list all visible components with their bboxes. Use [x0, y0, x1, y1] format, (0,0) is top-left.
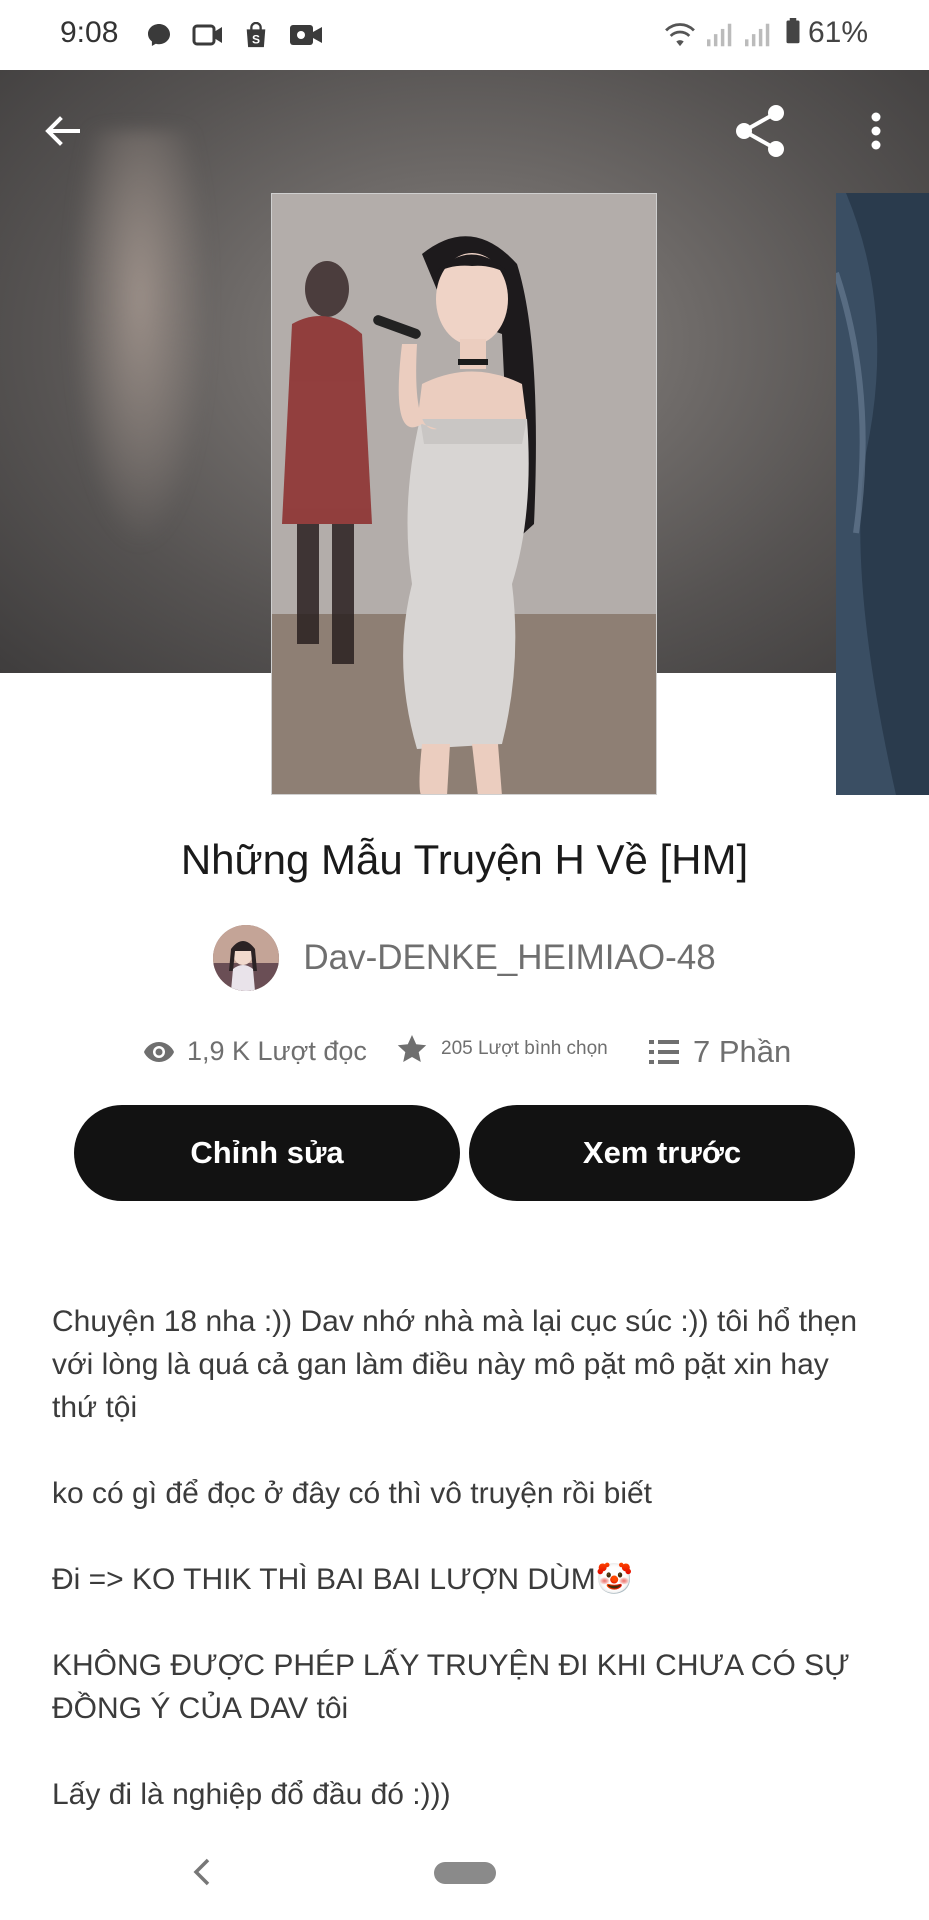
- share-button[interactable]: [727, 96, 797, 166]
- story-title: Những Mẫu Truyện H Về [HM]: [180, 836, 749, 883]
- svg-text:S: S: [252, 32, 260, 46]
- signal-icon-2: [745, 23, 770, 47]
- preview-button[interactable]: Xem trước: [469, 1105, 855, 1201]
- story-description: Chuyện 18 nha :)) Dav nhớ nhà mà lại cục…: [52, 1300, 882, 1859]
- parts-stat[interactable]: 7 Phần: [649, 1034, 791, 1070]
- battery-percent: 61%: [808, 16, 869, 49]
- status-bar: 9:08 S 61%: [0, 0, 929, 70]
- story-stats: 1,9 K Lượt đọc 205 Lượt bình chọn 7 Phần: [0, 1030, 929, 1074]
- navigation-bar: [0, 1836, 929, 1920]
- parts-count[interactable]: 7 Phần: [693, 1034, 791, 1070]
- nav-back-icon[interactable]: [190, 1856, 214, 1888]
- votes-count: 205 Lượt bình chọn: [441, 1038, 608, 1059]
- description-paragraph: Đi => KO THIK THÌ BAI BAI LƯỢN DÙM🤡: [52, 1563, 634, 1596]
- votes-stat: 205 Lượt bình chọn: [397, 1034, 608, 1064]
- wifi-icon: [665, 23, 695, 47]
- arrow-left-icon: [45, 116, 80, 146]
- battery-icon: [786, 18, 800, 44]
- description-paragraph: Lấy đi là nghiệp đổ đầu đó :))): [52, 1778, 451, 1811]
- next-story-cover[interactable]: [836, 193, 929, 795]
- signal-icon: [707, 23, 732, 47]
- edit-button[interactable]: Chỉnh sửa: [74, 1105, 460, 1201]
- home-pill[interactable]: [434, 1862, 496, 1884]
- shopping-bag-icon: S: [246, 22, 266, 48]
- more-vertical-icon: [871, 112, 881, 150]
- description-paragraph: ko có gì để đọc ở đây có thì vô truyện r…: [52, 1477, 652, 1510]
- story-cover-image[interactable]: [271, 193, 657, 795]
- author-name[interactable]: Dav-DENKE_HEIMIAO-48: [303, 938, 715, 978]
- description-paragraph: Chuyện 18 nha :)) Dav nhớ nhà mà lại cục…: [52, 1305, 858, 1424]
- video-outline-icon: [192, 24, 222, 46]
- eye-icon: [144, 1041, 174, 1062]
- video-camera-icon: [290, 25, 322, 45]
- share-icon: [736, 105, 784, 157]
- messenger-icon: [148, 24, 170, 46]
- description-paragraph: KHÔNG ĐƯỢC PHÉP LẤY TRUYỆN ĐI KHI CHƯA C…: [52, 1649, 850, 1725]
- list-icon: [649, 1040, 679, 1064]
- star-icon: [397, 1035, 427, 1062]
- reads-stat: 1,9 K Lượt đọc: [143, 1036, 367, 1067]
- more-button[interactable]: [841, 96, 911, 166]
- back-button[interactable]: [27, 96, 97, 166]
- author-avatar[interactable]: [213, 925, 280, 991]
- reads-count: 1,9 K Lượt đọc: [187, 1036, 367, 1066]
- status-time: 9:08: [60, 16, 119, 49]
- author-row[interactable]: Dav-DENKE_HEIMIAO-48: [0, 925, 929, 991]
